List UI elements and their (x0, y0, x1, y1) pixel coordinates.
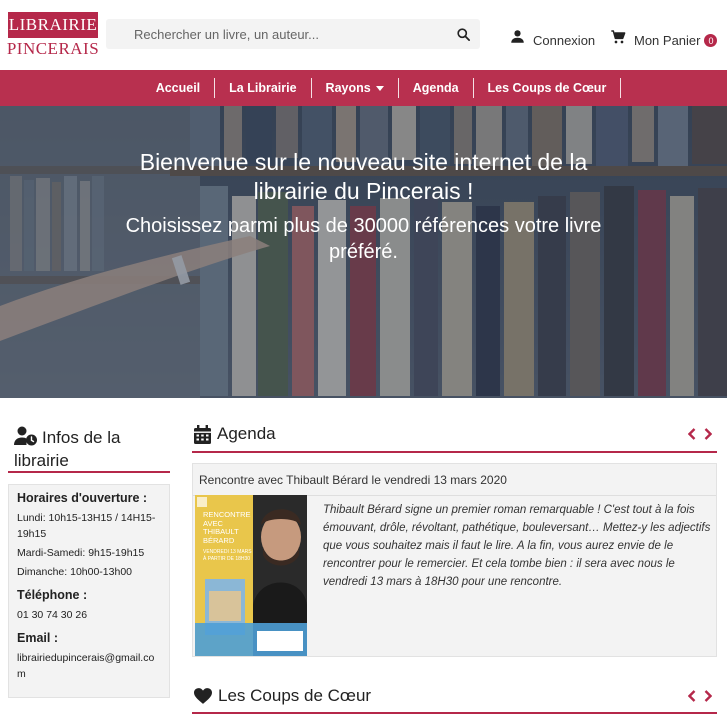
hours-line: Lundi: 10h15-13H15 / 14H15-19h15 (17, 512, 156, 540)
event-card[interactable]: Rencontre avec Thibault Bérard le vendre… (192, 463, 717, 657)
hero-text: Bienvenue sur le nouveau site internet d… (0, 148, 727, 265)
user-clock-icon (14, 426, 38, 451)
nav-label: Agenda (412, 81, 459, 95)
phone-number[interactable]: 01 30 74 30 26 (17, 607, 161, 623)
search-button[interactable] (448, 19, 478, 49)
login-label: Connexion (533, 33, 596, 48)
site-logo[interactable]: LIBRAIRIE PINCERAIS (6, 12, 100, 60)
agenda-header: Agenda (194, 424, 717, 444)
event-description: Thibault Bérard signe un premier roman r… (323, 504, 711, 588)
coups-header: Les Coups de Cœur (194, 686, 717, 706)
nav-item-rayons[interactable]: Rayons (312, 78, 399, 98)
hero-banner: Bienvenue sur le nouveau site internet d… (0, 106, 727, 398)
event-heading[interactable]: Rencontre avec Thibault Bérard le vendre… (193, 464, 716, 496)
calendar-icon (194, 424, 211, 444)
cart-label: Mon Panier (634, 33, 701, 48)
email-heading: Email : (17, 631, 58, 645)
chevron-right-icon (704, 428, 712, 440)
hours-line: Dimanche: 10h00-13h00 (17, 566, 132, 578)
chevron-left-icon (688, 690, 696, 702)
cart-icon (611, 29, 626, 43)
coups-pager (687, 689, 713, 703)
logo-top-text: LIBRAIRIE (8, 12, 98, 38)
login-link[interactable]: Connexion (510, 25, 595, 48)
nav-label: Rayons (325, 81, 371, 95)
agenda-title: Agenda (217, 424, 276, 443)
nav-label: La Librairie (229, 81, 297, 95)
hero-title: Bienvenue sur le nouveau site internet d… (139, 149, 588, 204)
coups-divider (192, 712, 717, 714)
nav-item-agenda[interactable]: Agenda (399, 78, 474, 98)
nav-item-la-librairie[interactable]: La Librairie (215, 78, 312, 98)
infos-title: Infos de la librairie (14, 426, 170, 471)
user-icon (511, 30, 524, 43)
chevron-left-icon (688, 428, 696, 440)
agenda-next-button[interactable] (703, 427, 713, 441)
coups-title: Les Coups de Cœur (218, 686, 372, 705)
poster-line: À PARTIR DE 18H30 (203, 555, 251, 562)
nav-item-accueil[interactable]: Accueil (155, 78, 216, 98)
coups-next-button[interactable] (703, 689, 713, 703)
heart-icon (194, 688, 212, 704)
email-address[interactable]: librairiedupincerais@gmail.com (17, 650, 161, 682)
logo-bottom-text: PINCERAIS (6, 39, 100, 58)
event-poster-text: RENCONTRE AVEC THIBAULT BÉRARD VENDREDI … (203, 510, 263, 562)
hours-heading: Horaires d'ouverture : (17, 491, 148, 505)
nav-label: Les Coups de Cœur (487, 81, 607, 95)
phone-heading: Téléphone : (17, 588, 88, 602)
hero-subtitle: Choisissez parmi plus de 30000 référence… (125, 215, 602, 263)
infos-divider (8, 471, 170, 473)
search-input[interactable] (106, 19, 448, 49)
chevron-down-icon (375, 85, 384, 91)
main-nav: Accueil La Librairie Rayons Agenda Les C… (0, 70, 727, 106)
agenda-prev-button[interactable] (687, 427, 697, 441)
search-bar (106, 19, 480, 49)
nav-item-coups-de-coeur[interactable]: Les Coups de Cœur (474, 78, 622, 98)
poster-line: BÉRARD (203, 535, 235, 545)
hours-line: Mardi-Samedi: 9h15-19h15 (17, 547, 145, 559)
site-header: LIBRAIRIE PINCERAIS Connexion Mon Panier… (0, 0, 727, 70)
chevron-right-icon (704, 690, 712, 702)
cart-count-badge: 0 (704, 34, 718, 47)
infos-box: Horaires d'ouverture : Lundi: 10h15-13H1… (8, 484, 170, 698)
cart-link[interactable]: Mon Panier 0 (610, 25, 718, 48)
event-poster[interactable]: RENCONTRE AVEC THIBAULT BÉRARD VENDREDI … (195, 495, 307, 656)
nav-label: Accueil (155, 81, 201, 95)
agenda-divider (192, 451, 717, 453)
agenda-pager (687, 427, 713, 441)
search-icon (456, 27, 470, 41)
coups-prev-button[interactable] (687, 689, 697, 703)
